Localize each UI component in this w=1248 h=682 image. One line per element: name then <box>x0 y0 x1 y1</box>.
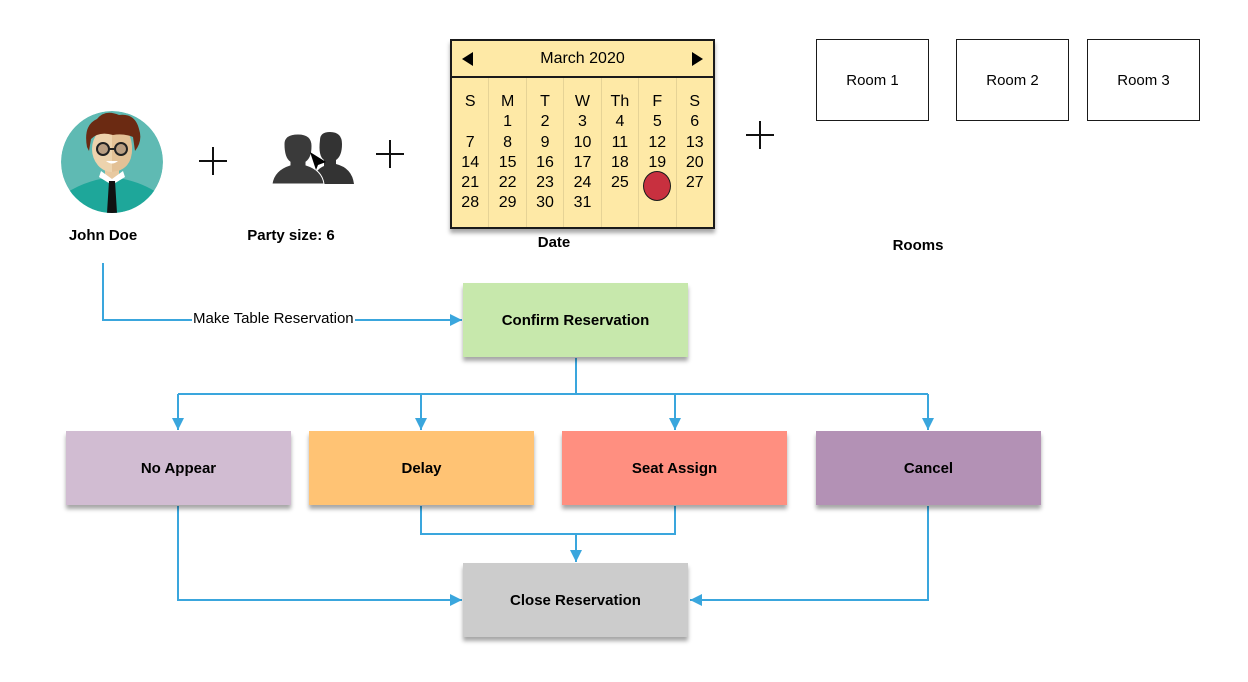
weekday-header: Th <box>610 93 630 110</box>
calendar-day[interactable]: 8 <box>498 133 518 153</box>
calendar-grid: S 7 14 21 28 M 1 8 15 22 29 T 2 9 16 23 30 W 3 10 17 24 31 Th 4 1… <box>452 78 713 227</box>
calendar-day[interactable]: 19 <box>647 153 667 173</box>
calendar-day[interactable]: 31 <box>572 193 592 213</box>
party-size-icon <box>271 132 356 185</box>
calendar-column: S 6 13 20 27 <box>677 78 713 227</box>
party-size-label: Party size: 6 <box>247 227 335 244</box>
room-1[interactable]: Room 1 <box>816 39 929 121</box>
seat-assign-node[interactable]: Seat Assign <box>562 431 787 505</box>
calendar-day[interactable]: 24 <box>572 173 592 193</box>
calendar-day[interactable]: 17 <box>572 153 592 173</box>
calendar-day[interactable]: 15 <box>498 153 518 173</box>
edge-label-make-reservation: Make Table Reservation <box>192 310 355 327</box>
calendar-column: F 5 12 19 <box>639 78 677 227</box>
calendar-day[interactable]: 4 <box>610 112 630 132</box>
date-caption: Date <box>537 234 571 251</box>
avatar <box>61 111 163 213</box>
delay-node[interactable]: Delay <box>309 431 534 505</box>
calendar-day[interactable]: 28 <box>460 193 480 213</box>
calendar-day[interactable]: 21 <box>460 173 480 193</box>
calendar-day[interactable]: 22 <box>498 173 518 193</box>
calendar-column: Th 4 11 18 25 <box>602 78 640 227</box>
calendar-day[interactable]: 10 <box>572 133 592 153</box>
calendar-column: W 3 10 17 24 31 <box>564 78 602 227</box>
weekday-header: T <box>540 93 550 110</box>
customer-name: John Doe <box>68 227 138 244</box>
calendar-empty-cell <box>610 193 630 213</box>
confirm-reservation-node[interactable]: Confirm Reservation <box>463 283 688 357</box>
people-group-icon <box>271 132 354 185</box>
calendar-column: M 1 8 15 22 29 <box>489 78 527 227</box>
calendar-day[interactable]: 7 <box>460 133 480 153</box>
calendar-column: T 2 9 16 23 30 <box>527 78 565 227</box>
calendar-empty-cell <box>460 112 480 132</box>
close-reservation-node[interactable]: Close Reservation <box>463 563 688 637</box>
calendar-day[interactable]: 29 <box>498 193 518 213</box>
no-appear-node[interactable]: No Appear <box>66 431 291 505</box>
edge-cancel-to-close <box>690 506 929 606</box>
calendar-day[interactable]: 18 <box>610 153 630 173</box>
calendar-empty-cell <box>647 193 667 213</box>
edge-no-appear-to-close <box>177 506 462 606</box>
calendar-day[interactable]: 12 <box>647 133 667 153</box>
calendar-empty-cell <box>685 193 705 213</box>
calendar-day[interactable]: 11 <box>610 133 630 153</box>
plus-icon <box>746 121 774 149</box>
calendar-day[interactable]: 13 <box>685 133 705 153</box>
calendar: March 2020 S 7 14 21 28 M 1 8 15 22 29 T 2 9 16 23 30 W 3 1… <box>450 39 715 229</box>
calendar-column: S 7 14 21 28 <box>452 78 490 227</box>
calendar-day[interactable]: 2 <box>535 112 555 132</box>
weekday-header: M <box>500 93 515 110</box>
calendar-day[interactable]: 16 <box>535 153 555 173</box>
user-avatar-icon <box>61 111 163 213</box>
cancel-node[interactable]: Cancel <box>816 431 1041 505</box>
room-3[interactable]: Room 3 <box>1087 39 1200 121</box>
edge-delay-seat-merge <box>420 506 676 535</box>
plus-icon <box>199 147 227 175</box>
triangle-right-icon[interactable] <box>692 52 703 66</box>
plus-icon <box>376 140 404 168</box>
calendar-header: March 2020 <box>452 41 713 78</box>
calendar-day[interactable]: 5 <box>647 112 667 132</box>
calendar-day[interactable] <box>643 171 672 202</box>
calendar-day[interactable]: 30 <box>535 193 555 213</box>
weekday-header: S <box>464 93 476 110</box>
weekday-header: F <box>652 93 663 110</box>
weekday-header: S <box>689 93 701 110</box>
calendar-day[interactable]: 1 <box>498 112 518 132</box>
calendar-day[interactable]: 27 <box>685 173 705 193</box>
calendar-day[interactable]: 23 <box>535 173 555 193</box>
calendar-day[interactable]: 3 <box>572 112 592 132</box>
calendar-day[interactable]: 25 <box>610 173 630 193</box>
calendar-month-label: March 2020 <box>540 49 625 67</box>
triangle-left-icon[interactable] <box>462 52 473 66</box>
calendar-day[interactable]: 14 <box>460 153 480 173</box>
calendar-day[interactable]: 9 <box>535 133 555 153</box>
calendar-day[interactable]: 20 <box>685 153 705 173</box>
rooms-caption: Rooms <box>892 237 944 254</box>
room-2[interactable]: Room 2 <box>956 39 1069 121</box>
weekday-header: W <box>574 93 591 110</box>
calendar-day[interactable]: 6 <box>685 112 705 132</box>
